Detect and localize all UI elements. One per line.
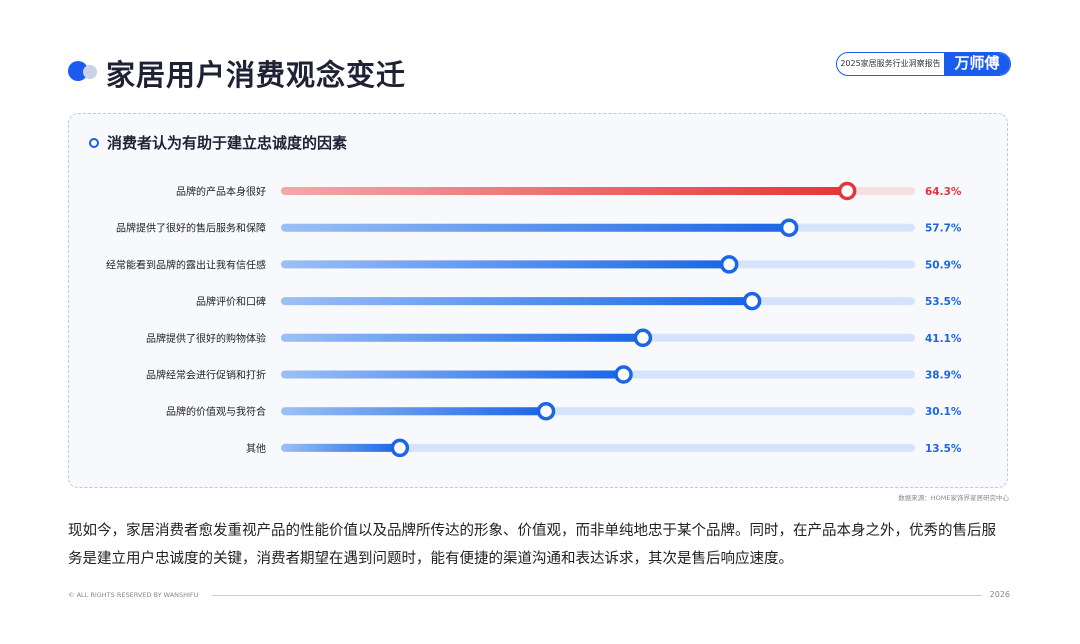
- bar: [281, 260, 730, 269]
- category-label: 经常能看到品牌的露出让我有信任感: [106, 258, 266, 271]
- bar: [281, 297, 753, 306]
- value-label: 38.9%: [925, 370, 962, 382]
- category-label: 品牌提供了很好的购物体验: [146, 332, 266, 345]
- bar-knob: [719, 255, 739, 274]
- bar-knob: [614, 365, 633, 384]
- summary-paragraph: 现如今，家居消费者愈发重视产品的性能价值以及品牌所传达的形象、价值观，而非单纯地…: [68, 517, 1018, 573]
- bar-knob: [536, 401, 556, 421]
- bar: [281, 187, 848, 195]
- category-label: 品牌经常会进行促销和打折: [146, 369, 266, 382]
- category-label: 品牌的产品本身很好: [176, 185, 266, 198]
- bar: [281, 370, 624, 379]
- value-label: 57.7%: [925, 223, 962, 235]
- bar-knob: [633, 328, 653, 348]
- value-label: 30.1%: [925, 406, 962, 418]
- footer-year: 2026: [989, 590, 1010, 599]
- value-label: 53.5%: [925, 296, 962, 308]
- copyright-text: © ALL RIGHTS RESERVED BY WANSHIFU: [68, 591, 199, 599]
- bar-knob: [779, 218, 799, 237]
- source-note: 数据来源：HOME家饰界家居研究中心: [898, 494, 1009, 502]
- category-label: 品牌评价和口碑: [196, 295, 266, 308]
- bar: [281, 333, 643, 342]
- value-label: 64.3%: [925, 186, 962, 198]
- category-label: 品牌提供了很好的售后服务和保障: [116, 222, 266, 235]
- bar-knob: [837, 181, 857, 201]
- value-label: 50.9%: [925, 259, 962, 271]
- bar-knob: [742, 291, 762, 311]
- footer-divider: [212, 595, 982, 596]
- bar: [281, 223, 790, 232]
- value-label: 13.5%: [925, 443, 962, 455]
- category-label: 其他: [246, 442, 266, 455]
- value-label: 41.1%: [925, 333, 962, 345]
- bar: [281, 407, 547, 416]
- bar-knob: [390, 438, 410, 458]
- bar: [281, 443, 400, 452]
- paragraph-line: 现如今，家居消费者愈发重视产品的性能价值以及品牌所传达的形象、价值观，而非单纯地…: [68, 523, 996, 539]
- paragraph-line: 务是建立用户忠诚度的关键，消费者期望在遇到问题时，能有便捷的渠道沟通和表达诉求，…: [68, 551, 793, 567]
- category-label: 品牌的价值观与我符合: [166, 405, 266, 418]
